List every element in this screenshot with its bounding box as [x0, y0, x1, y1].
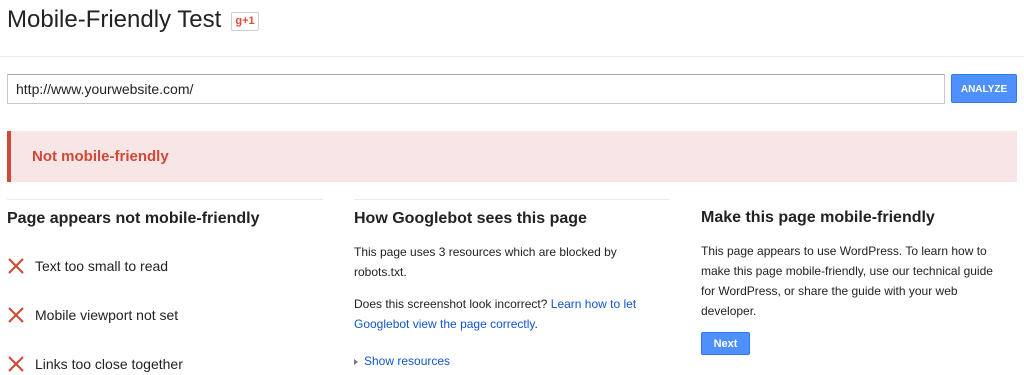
- cross-icon: [8, 307, 24, 323]
- text-line: for WordPress, or share the guide with y…: [701, 284, 958, 298]
- text-line: Does this screenshot look incorrect?: [354, 297, 548, 311]
- cross-icon: [8, 356, 24, 372]
- analyze-button[interactable]: ANALYZE: [951, 74, 1017, 103]
- result-banner: Not mobile-friendly: [7, 131, 1017, 182]
- wordpress-text: This page appears to use WordPress. To l…: [701, 241, 993, 321]
- cross-icon: [8, 258, 24, 274]
- issue-label: Links too close together: [35, 356, 183, 372]
- googlebot-column: How Googlebot sees this page This page u…: [354, 199, 669, 368]
- result-status: Not mobile-friendly: [32, 148, 169, 165]
- incorrect-screenshot-text: Does this screenshot look incorrect? Lea…: [354, 294, 636, 334]
- text-line: This page appears to use WordPress. To l…: [701, 244, 987, 258]
- expand-triangle-icon: [354, 358, 358, 365]
- url-input[interactable]: [7, 74, 945, 104]
- next-button[interactable]: Next: [701, 332, 750, 355]
- page-header: Mobile-Friendly Test g+1: [0, 0, 1024, 57]
- googlebot-heading: How Googlebot sees this page: [354, 210, 587, 227]
- issues-column: Page appears not mobile-friendly Text to…: [7, 199, 323, 372]
- blocked-resources-text: This page uses 3 resources which are blo…: [354, 242, 617, 282]
- issues-heading: Page appears not mobile-friendly: [7, 210, 260, 227]
- text-line: make this page mobile-friendly, use our …: [701, 264, 993, 278]
- google-plus-button[interactable]: g+1: [231, 12, 259, 31]
- text-line: This page uses 3 resources which are blo…: [354, 245, 617, 259]
- text-line: robots.txt.: [354, 265, 407, 279]
- text-line: developer.: [701, 304, 757, 318]
- show-resources-link[interactable]: Show resources: [354, 354, 450, 368]
- issue-label: Text too small to read: [35, 258, 169, 274]
- show-resources-label: Show resources: [364, 354, 451, 368]
- fix-heading: Make this page mobile-friendly: [701, 209, 935, 226]
- issue-label: Mobile viewport not set: [35, 307, 179, 323]
- text-period: .: [534, 317, 538, 331]
- page-title: Mobile-Friendly Test: [7, 6, 222, 33]
